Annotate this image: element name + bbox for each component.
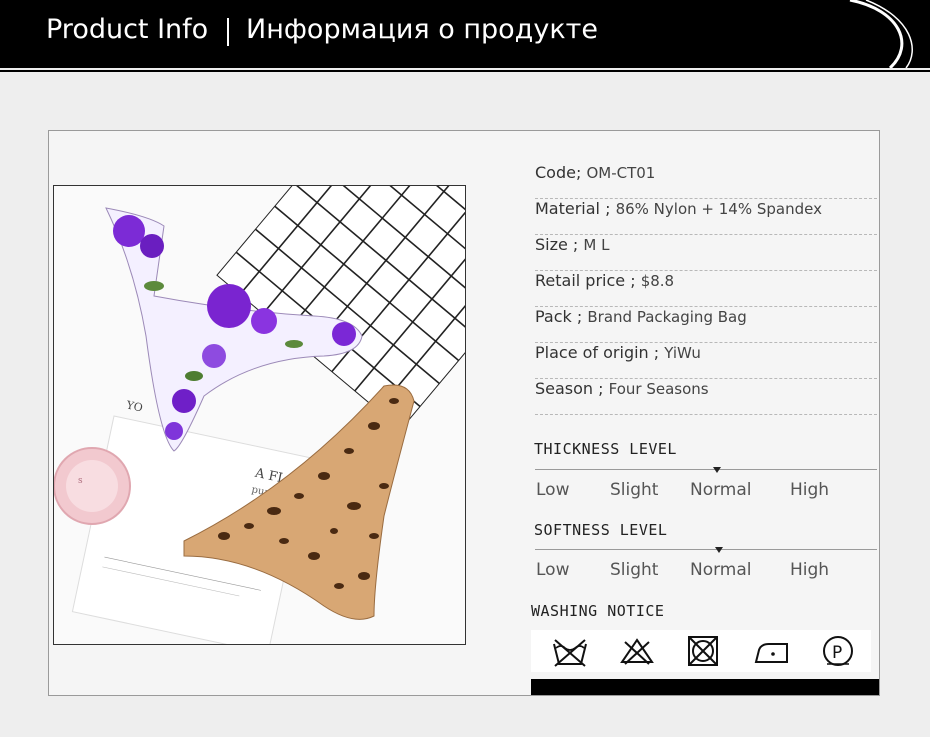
- washing-title: WASHING NOTICE: [531, 602, 665, 620]
- thickness-level-normal: Normal: [690, 480, 752, 500]
- info-label-season: Season ;: [535, 379, 604, 398]
- do-not-wash-icon: [553, 639, 587, 667]
- thickness-marker-icon: [713, 467, 721, 473]
- info-row-pack: Pack ; Brand Packaging Bag: [535, 307, 877, 343]
- thickness-level-low: Low: [536, 480, 570, 500]
- bottom-black-bar: [531, 679, 879, 695]
- info-value-pack: Brand Packaging Bag: [587, 308, 747, 326]
- header-title-ru: Информация о продукте: [246, 14, 598, 45]
- thickness-scale-line: [535, 469, 877, 470]
- softness-level-slight: Slight: [610, 560, 659, 580]
- header-underline: [0, 70, 930, 72]
- info-label-retail-price: Retail price ;: [535, 271, 636, 290]
- softness-level-normal: Normal: [690, 560, 752, 580]
- product-photo: YO A FLOWER pure and fair s: [53, 185, 466, 645]
- softness-marker-icon: [715, 547, 723, 553]
- info-row-origin: Place of origin ; YiWu: [535, 343, 877, 379]
- info-value-retail-price: $8.8: [640, 272, 675, 290]
- washing-icons-panel: P: [531, 630, 871, 672]
- info-row-retail-price: Retail price ; $8.8: [535, 271, 877, 307]
- info-label-code: Code;: [535, 163, 582, 182]
- softness-title: SOFTNESS LEVEL: [534, 521, 668, 539]
- thickness-level-high: High: [790, 480, 830, 500]
- dry-clean-p-icon: P: [823, 636, 853, 666]
- info-value-season: Four Seasons: [608, 380, 709, 398]
- info-label-pack: Pack ;: [535, 307, 583, 326]
- card-text-yo: YO: [124, 398, 144, 414]
- info-label-material: Material ;: [535, 199, 611, 218]
- info-value-size: M L: [583, 236, 610, 254]
- do-not-bleach-icon: [620, 638, 654, 665]
- info-row-season: Season ; Four Seasons: [535, 379, 877, 415]
- perfume-bottle: s: [54, 447, 131, 525]
- softness-level-low: Low: [536, 560, 570, 580]
- thickness-level-slight: Slight: [610, 480, 659, 500]
- iron-low-heat-icon: [754, 643, 788, 663]
- do-not-tumble-dry-icon: [688, 636, 718, 666]
- softness-scale-line: [535, 549, 877, 550]
- info-row-size: Size ; M L: [535, 235, 877, 271]
- info-row-material: Material ; 86% Nylon + 14% Spandex: [535, 199, 877, 235]
- info-value-code: OM-CT01: [586, 164, 656, 182]
- info-row-code: Code; OM-CT01: [535, 163, 877, 199]
- svg-text:s: s: [78, 476, 83, 486]
- svg-text:P: P: [832, 643, 842, 663]
- info-label-origin: Place of origin ;: [535, 343, 660, 362]
- info-value-origin: YiWu: [664, 344, 701, 362]
- info-value-material: 86% Nylon + 14% Spandex: [615, 200, 822, 218]
- info-label-size: Size ;: [535, 235, 579, 254]
- grid-paper: [216, 186, 465, 431]
- header-title: Product Info: [46, 14, 209, 45]
- header-swoosh-icon: [849, 0, 913, 68]
- header-bar: Product Info Информация о продукте: [0, 0, 930, 68]
- thickness-title: THICKNESS LEVEL: [534, 440, 677, 458]
- header-separator: [227, 18, 229, 46]
- product-photo-image: YO A FLOWER pure and fair s: [54, 186, 465, 644]
- softness-level-high: High: [790, 560, 830, 580]
